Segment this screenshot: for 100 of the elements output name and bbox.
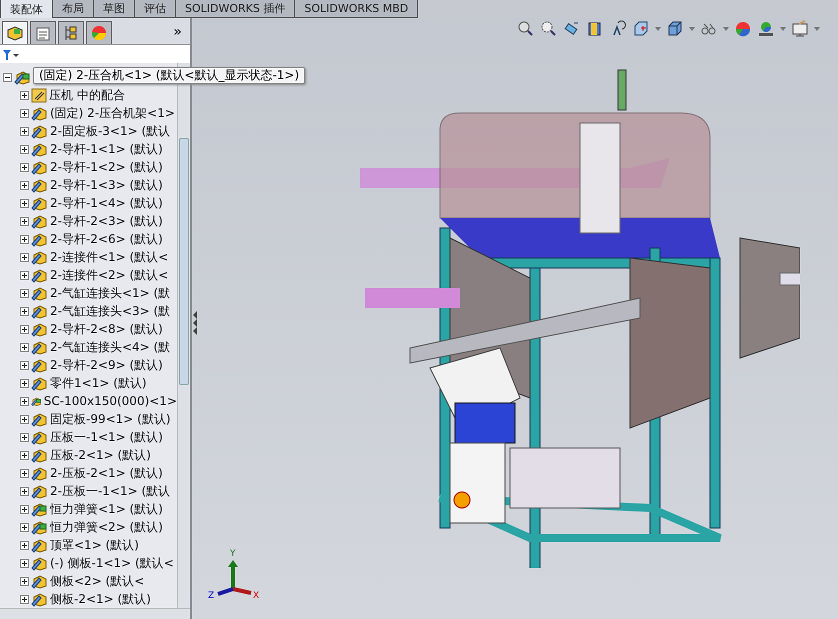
tree-item[interactable]: 2-导杆-2<9> (默认)	[50, 356, 163, 374]
panel-tab[interactable]	[2, 21, 28, 44]
tree-item[interactable]: 2-导杆-1<4> (默认)	[50, 194, 163, 212]
settings-tool-icon[interactable]	[791, 20, 809, 38]
expand-icon[interactable]	[20, 144, 29, 154]
tree-item[interactable]: 2-连接件<2> (默认<	[50, 266, 168, 284]
expand-icon[interactable]	[20, 378, 29, 388]
filter-icon[interactable]	[3, 50, 19, 60]
ribbon-tab[interactable]: 草图	[93, 0, 135, 18]
expand-icon[interactable]	[20, 234, 29, 244]
tree-item[interactable]: 2-固定板-3<1> (默认	[50, 122, 170, 140]
expand-icon[interactable]	[20, 270, 29, 280]
part-icon	[31, 466, 48, 480]
expand-icon[interactable]	[20, 558, 29, 568]
tree-item[interactable]: 2-导杆-2<8> (默认)	[50, 320, 163, 338]
appearance-tool-icon[interactable]	[734, 20, 752, 38]
part-icon	[31, 268, 48, 282]
expand-icon[interactable]	[20, 450, 29, 460]
ribbon-tab[interactable]: SOLIDWORKS MBD	[294, 0, 418, 18]
tree-item[interactable]: 2-连接件<1> (默认<	[50, 248, 168, 266]
scene-tool-icon[interactable]	[757, 20, 775, 38]
tree-item[interactable]: 2-导杆-1<1> (默认)	[50, 140, 163, 158]
tree-item[interactable]: 固定板-99<1> (默认)	[50, 410, 171, 428]
expand-icon[interactable]	[20, 324, 29, 334]
tree-item[interactable]: 2-压板一-1<1> (默认	[50, 482, 170, 500]
part-icon	[31, 358, 48, 372]
expand-icon[interactable]	[20, 108, 29, 118]
tree-item[interactable]: 恒力弹簧<1> (默认)	[50, 500, 163, 518]
expand-icon[interactable]	[20, 486, 29, 496]
panel-tab[interactable]	[58, 21, 84, 44]
expand-icon[interactable]	[20, 90, 29, 100]
ribbon-tab[interactable]: SOLIDWORKS 插件	[175, 0, 296, 18]
part-icon	[31, 124, 48, 138]
expand-icon[interactable]	[20, 288, 29, 298]
part-icon	[31, 592, 48, 606]
expand-icon[interactable]	[20, 432, 29, 442]
expand-icon[interactable]	[20, 180, 29, 190]
tree-item[interactable]: 2-压板-2<1> (默认)	[50, 464, 163, 482]
expand-icon[interactable]	[20, 594, 29, 604]
zoom-area-tool-icon[interactable]	[540, 20, 558, 38]
expand-icon[interactable]	[20, 306, 29, 316]
expand-icon[interactable]	[20, 252, 29, 262]
expand-icon[interactable]	[20, 198, 29, 208]
tooltip: (固定) 2-压合机<1> (默认<默认_显示状态-1>)	[33, 67, 306, 84]
tree-item[interactable]: 2-导杆-2<3> (默认)	[50, 212, 163, 230]
tree-item[interactable]: 侧板-2<1> (默认)	[50, 590, 151, 608]
part-icon	[31, 232, 48, 246]
dropdown-caret-icon[interactable]	[655, 27, 661, 31]
expand-icon[interactable]	[20, 360, 29, 370]
tree-item[interactable]: 2-气缸连接头<3> (默	[50, 302, 170, 320]
dropdown-caret-icon[interactable]	[723, 27, 729, 31]
expand-icon[interactable]	[20, 396, 29, 406]
part-icon	[31, 448, 48, 462]
tree-item[interactable]: (固定) 2-压合机架<1>	[50, 104, 175, 122]
part-icon	[31, 304, 48, 318]
expand-icon[interactable]	[20, 126, 29, 136]
dropdown-caret-icon[interactable]	[689, 27, 695, 31]
expand-icon[interactable]	[20, 414, 29, 424]
tree-item[interactable]: 压板一-1<1> (默认)	[50, 428, 163, 446]
display-style-tool-icon[interactable]	[666, 20, 684, 38]
part-icon	[31, 178, 48, 192]
orientation-tool-icon[interactable]	[632, 20, 650, 38]
zoom-fit-tool-icon[interactable]	[517, 20, 535, 38]
part-icon	[31, 574, 48, 588]
collapse-icon[interactable]	[3, 72, 12, 82]
expand-icon[interactable]	[20, 576, 29, 586]
tree-item[interactable]: 零件1<1> (默认)	[50, 374, 147, 392]
tree-item[interactable]: 2-气缸连接头<1> (默	[50, 284, 170, 302]
part-icon	[31, 196, 48, 210]
tree-item[interactable]: 压板-2<1> (默认)	[50, 446, 151, 464]
tree-item[interactable]: 2-导杆-1<3> (默认)	[50, 176, 163, 194]
expand-icon[interactable]	[20, 468, 29, 478]
tree-item[interactable]: SC-100x150(000)<1>	[44, 394, 177, 408]
tree-item[interactable]: 恒力弹簧<2> (默认)	[50, 518, 163, 536]
tree-item[interactable]: (-) 侧板-1<1> (默认<	[50, 554, 174, 572]
expand-icon[interactable]	[20, 540, 29, 550]
horizontal-scrollbar[interactable]	[0, 608, 190, 619]
expand-icon[interactable]	[20, 342, 29, 352]
ribbon-tab[interactable]: 评估	[134, 0, 176, 18]
collapse-handle-icon[interactable]	[192, 310, 198, 336]
dropdown-caret-icon[interactable]	[780, 27, 786, 31]
part-icon	[31, 556, 48, 570]
expand-icon[interactable]	[20, 504, 29, 514]
tree-item[interactable]: 压机 中的配合	[49, 86, 125, 104]
tree-item[interactable]: 2-导杆-1<2> (默认)	[50, 158, 163, 176]
panel-tab[interactable]	[30, 21, 56, 44]
expand-icon[interactable]	[20, 162, 29, 172]
tree-item[interactable]: 2-导杆-2<6> (默认)	[50, 230, 163, 248]
part-icon	[31, 214, 48, 228]
tree-item[interactable]: 顶罩<1> (默认)	[50, 536, 139, 554]
dropdown-caret-icon[interactable]	[814, 27, 820, 31]
ribbon-tab[interactable]: 布局	[52, 0, 94, 18]
expand-icon[interactable]	[20, 522, 29, 532]
part-icon	[31, 250, 48, 264]
more-tabs-button[interactable]: »	[167, 24, 188, 44]
part-icon	[31, 286, 48, 300]
tree-item[interactable]: 侧板<2> (默认<	[50, 572, 144, 590]
tree-item[interactable]: 2-气缸连接头<4> (默	[50, 338, 170, 356]
part-icon	[14, 70, 31, 84]
expand-icon[interactable]	[20, 216, 29, 226]
